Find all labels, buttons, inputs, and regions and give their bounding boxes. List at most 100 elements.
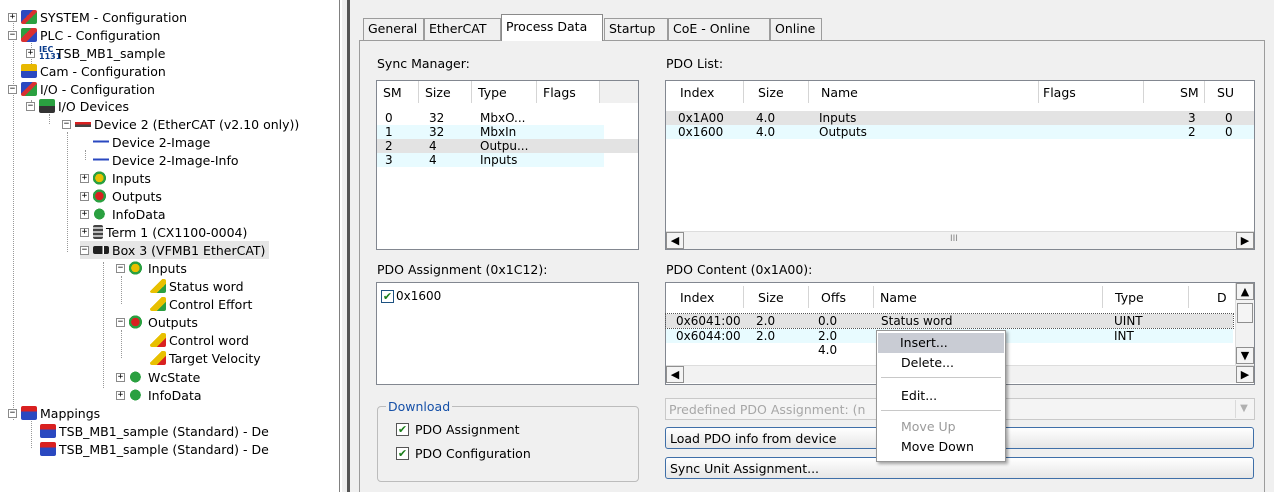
column-header[interactable]: Size [419,81,472,103]
scroll-up-icon[interactable]: ▲ [1236,283,1254,300]
pdo-list[interactable]: Index Size Name Flags SM SU 0x1A00 4.0 Inp… [665,80,1255,250]
tree-item-infodata[interactable]: + InfoData [80,205,166,223]
pdo-assignment-list[interactable]: ✔ 0x1600 [376,282,639,385]
tree-item-device2[interactable]: − Device 2 (EtherCAT (v2.10 only)) [62,115,299,133]
vertical-scrollbar[interactable]: ▲ ▼ [1235,283,1254,365]
collapse-icon[interactable]: − [26,101,35,111]
column-header[interactable]: SM [377,81,419,103]
expand-icon[interactable]: + [8,12,17,22]
column-header[interactable]: Size [744,81,809,103]
tree-item-mappings[interactable]: − Mappings [8,404,100,422]
column-header[interactable]: Flags [537,81,600,103]
expand-icon[interactable]: + [116,390,125,400]
scroll-grip[interactable]: III [950,234,958,244]
chevron-down-icon[interactable]: ▼ [1235,400,1252,418]
scroll-down-icon[interactable]: ▼ [1236,347,1254,364]
tree-item-box3[interactable]: − Box 3 (VFMB1 EtherCAT) [80,241,270,259]
tree-item-mapping-2[interactable]: TSB_MB1_sample (Standard) - De [40,440,269,458]
tree-item-box3-outputs[interactable]: − Outputs [116,313,198,331]
tree-item-io-devices[interactable]: − I/O Devices [26,97,129,115]
checkbox-checked-icon[interactable]: ✔ [396,447,409,460]
tree-item-wcstate[interactable]: + WcState [116,368,200,386]
tree-item-term1[interactable]: + Term 1 (CX1100-0004) [80,223,247,241]
table-row[interactable]: 0x1A00 4.0 Inputs 3 0 [666,111,1254,125]
tree-item-box3-infodata[interactable]: + InfoData [116,386,202,404]
pdo-assignment-checkbox[interactable]: ✔ PDO Assignment [396,422,520,437]
scroll-right-icon[interactable]: ▶ [1236,366,1254,383]
expand-icon[interactable]: + [80,173,89,183]
pane-splitter[interactable] [341,0,355,492]
tree-item-status-word[interactable]: Status word [150,277,244,295]
column-header[interactable]: D [1189,286,1234,308]
sync-manager-list[interactable]: SM Size Type Flags 0 32 MbxO... 1 32 MbxIn 2… [376,80,639,250]
tree-item-control-effort[interactable]: Control Effort [150,295,252,313]
expand-icon[interactable]: + [80,209,89,219]
tree-item-device2-image-info[interactable]: Device 2-Image-Info [93,151,239,169]
collapse-icon[interactable]: − [8,408,17,418]
scroll-right-icon[interactable]: ▶ [1236,232,1254,249]
table-row[interactable]: 0 32 MbxO... [377,111,638,125]
collapse-icon[interactable]: − [116,263,125,273]
pdo-assignment-item[interactable]: ✔ 0x1600 [381,289,441,303]
collapse-icon[interactable]: − [116,317,125,327]
table-row[interactable]: 1 32 MbxIn [377,125,604,139]
pdo-configuration-checkbox[interactable]: ✔ PDO Configuration [396,446,531,461]
table-row[interactable]: 2 4 Outpu... [377,139,638,153]
column-header[interactable]: Type [472,81,537,103]
tree-item-label: Status word [169,278,244,294]
menu-item-insert[interactable]: Insert... [878,333,1004,353]
collapse-icon[interactable]: − [8,30,17,40]
table-row[interactable]: 3 4 Inputs [377,153,604,167]
expand-icon[interactable]: + [80,191,89,201]
column-header[interactable]: SU [1205,81,1254,103]
tree-item-target-velocity[interactable]: Target Velocity [150,349,261,367]
tree-item-inputs[interactable]: + Inputs [80,169,151,187]
tab-startup[interactable]: Startup [604,18,668,40]
collapse-icon[interactable]: − [62,119,71,129]
column-header[interactable]: Flags [1039,81,1144,103]
horizontal-scrollbar[interactable]: ◀ III ▶ [666,231,1254,249]
io-tree[interactable]: + SYSTEM - Configuration − PLC - Configu… [0,0,340,492]
column-header[interactable]: Offs [809,286,874,308]
expand-icon[interactable]: + [26,48,35,58]
scroll-left-icon[interactable]: ◀ [666,232,684,249]
tab-process-data[interactable]: Process Data [501,14,603,41]
tree-item-outputs[interactable]: + Outputs [80,187,162,205]
tree-item-plc[interactable]: − PLC - Configuration [8,26,160,44]
menu-item-move-down[interactable]: Move Down [879,437,1003,457]
tree-item-device2-image[interactable]: Device 2-Image [93,133,210,151]
tree-item-cam[interactable]: Cam - Configuration [21,62,166,80]
column-header[interactable]: Index [666,286,744,308]
table-row[interactable]: 0x1600 4.0 Outputs 2 0 [666,125,1254,139]
expand-icon[interactable]: + [116,372,125,382]
tree-item-label: Term 1 (CX1100-0004) [106,224,248,240]
collapse-icon[interactable]: − [80,245,89,255]
tab-coe-online[interactable]: CoE - Online [668,18,770,40]
tree-item-control-word[interactable]: Control word [150,331,249,349]
tab-ethercat[interactable]: EtherCAT [424,18,501,40]
menu-item-edit[interactable]: Edit... [879,386,1003,406]
checkbox-checked-icon[interactable]: ✔ [381,289,394,303]
column-header[interactable]: Name [809,81,1039,103]
menu-item-delete[interactable]: Delete... [879,353,1003,373]
column-header[interactable]: Name [874,286,1103,308]
tree-item-box3-inputs[interactable]: − Inputs [116,259,187,277]
tree-item-io[interactable]: − I/O - Configuration [8,80,155,98]
column-header[interactable]: Index [666,81,744,103]
collapse-icon[interactable]: − [8,84,17,94]
scroll-thumb[interactable] [1237,303,1253,323]
column-header[interactable]: SM [1144,81,1205,103]
tab-online[interactable]: Online [770,18,822,40]
tree-item-mapping-1[interactable]: TSB_MB1_sample (Standard) - De [40,422,269,440]
column-header[interactable]: Type [1103,286,1189,308]
menu-item-move-up[interactable]: Move Up [879,417,1003,437]
checkbox-checked-icon[interactable]: ✔ [396,423,409,436]
expand-icon[interactable]: + [80,227,89,237]
table-row[interactable]: 0x6041:00 2.0 0.0 Status word UINT [665,313,1234,329]
tab-general[interactable]: General [363,18,424,40]
column-header[interactable]: Size [744,286,809,308]
scroll-left-icon[interactable]: ◀ [666,366,684,383]
tree-item-system[interactable]: + SYSTEM - Configuration [8,8,187,26]
mappings-icon [21,406,37,420]
tree-item-tsb[interactable]: + IEC 1131 TSB_MB1_sample [26,44,165,62]
